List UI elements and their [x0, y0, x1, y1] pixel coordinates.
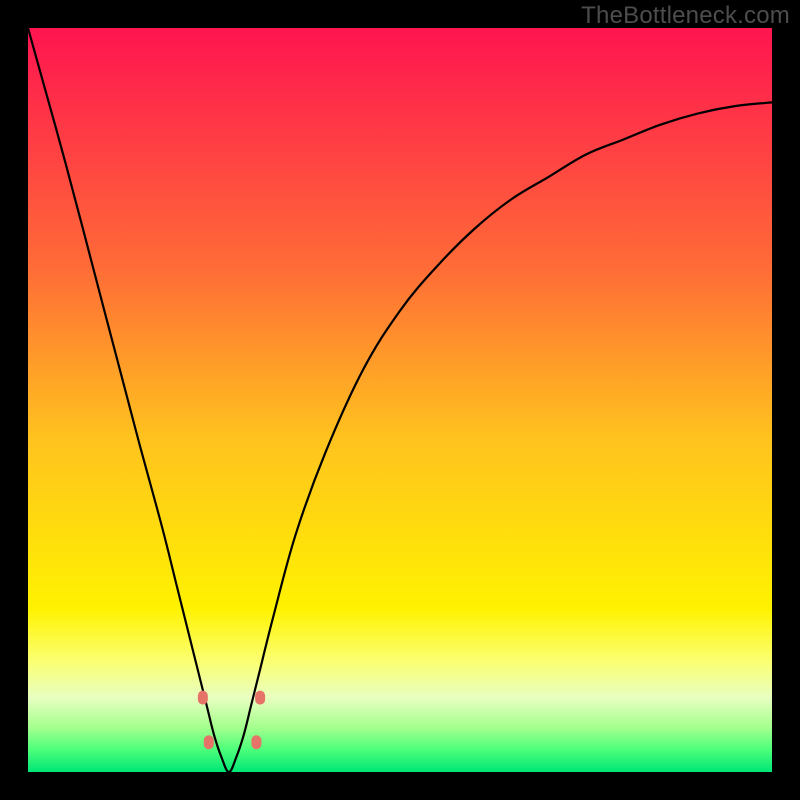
watermark-text: TheBottleneck.com [581, 2, 790, 30]
curve-marker [204, 735, 214, 749]
plot-area [28, 28, 772, 772]
gradient-background [28, 28, 772, 772]
bottleneck-chart [28, 28, 772, 772]
curve-marker [251, 735, 261, 749]
curve-marker [198, 691, 208, 705]
curve-marker [255, 691, 265, 705]
chart-frame: TheBottleneck.com [0, 0, 800, 800]
